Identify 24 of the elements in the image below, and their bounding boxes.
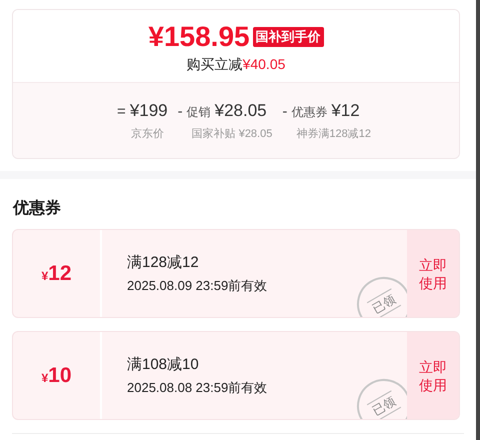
use-now-button[interactable]: 立即使用: [407, 332, 459, 419]
saving-text: 购买立减¥40.05: [186, 55, 286, 73]
operator-sign: -: [282, 102, 288, 122]
breakdown-amount: ¥12: [331, 100, 360, 122]
coupon-validity: 2025.08.09 23:59前有效: [127, 276, 268, 294]
scrollbar[interactable]: [476, 0, 480, 440]
price-tag: 国补到手价: [252, 27, 324, 47]
coupon-value: ¥10: [41, 362, 72, 389]
coupon-value: ¥12: [41, 260, 72, 287]
use-now-button[interactable]: 立即使用: [407, 230, 459, 317]
operator-sign: -: [178, 102, 183, 122]
final-price: ¥158.95: [148, 20, 250, 54]
breakdown-amount: ¥28.05: [214, 100, 267, 122]
coupon-validity: 2025.08.08 23:59前有效: [127, 378, 268, 396]
section-title: 优惠券: [12, 199, 62, 219]
coupon-condition: 满108减10: [127, 354, 200, 374]
breakdown-caption: 国家补贴 ¥28.05: [190, 126, 272, 142]
breakdown-amount: ¥199: [130, 100, 168, 122]
breakdown-caption: 京东价: [130, 126, 166, 142]
breakdown-label: 优惠券: [291, 104, 328, 121]
breakdown-label: 促销: [186, 104, 211, 121]
coupon-condition: 满128减12: [127, 252, 200, 272]
operator-sign: =: [117, 102, 126, 122]
breakdown-caption: 神券满128减12: [295, 126, 371, 142]
